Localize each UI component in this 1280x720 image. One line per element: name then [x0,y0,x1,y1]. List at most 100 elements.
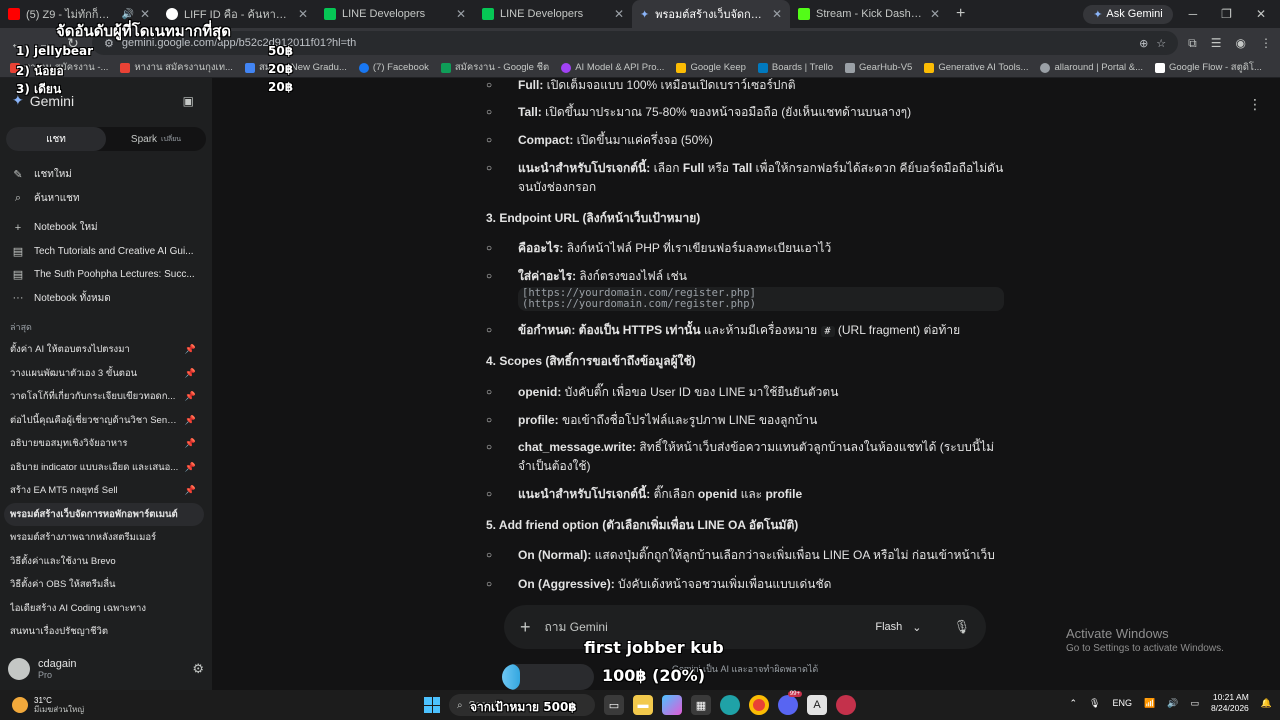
close-icon[interactable]: ✕ [772,7,782,21]
bookmark-icon [924,62,935,73]
list-item-active[interactable]: พรอมต์สร้างเว็บจัดการหอพักอพาร์ตเมนต์ [4,502,204,526]
bookmark[interactable]: Boards | Trello [757,62,833,73]
notifications-icon[interactable]: 🔔 [1261,698,1272,709]
bookmark[interactable]: Google Keep [676,62,746,73]
close-icon[interactable]: ✕ [456,7,466,21]
speaker-icon[interactable]: 🔊 [121,9,133,20]
copilot-icon[interactable] [662,695,682,715]
code-block[interactable]: [https://yourdomain.com/register.php] (h… [518,287,1004,311]
language-indicator[interactable]: ENG [1112,698,1132,708]
pin-icon[interactable]: 📌 [185,368,196,379]
pin-icon[interactable]: 📌 [185,485,196,496]
bullet-label: Full: [518,78,544,92]
tab-line-developers[interactable]: LINE Developers ✕ [316,0,474,28]
app-icon[interactable]: A [807,695,827,715]
volume-icon[interactable]: 🔊 [1167,698,1178,709]
zoom-icon[interactable]: ⊕ [1139,37,1148,50]
section-heading-5: 5. Add friend option (ตัวเลือกเพิ่มเพื่อ… [486,518,799,532]
list-item[interactable]: อธิบายขอสมุทเชิงวิจัยอาหาร 📌 [0,432,212,456]
sidebar-item-all-notebooks[interactable]: ··· Notebook ทั้งหมด [0,287,212,311]
bookmark[interactable]: Google Flow - สตูดิโ... [1155,60,1262,75]
clock[interactable]: 10:21 AM 8/24/2026 [1211,692,1249,714]
extensions-icon[interactable]: ⧉ [1188,36,1197,51]
model-selector[interactable]: Flash ⌄ [875,621,921,634]
close-icon[interactable]: ✕ [614,7,624,21]
list-item[interactable]: พรอมต์สร้างภาพฉากหลังสตรีมเมอร์ [0,526,212,550]
more-options-icon[interactable]: ⋮ [1248,96,1262,113]
toggle-spark[interactable]: Spark เปลี่ยน [106,127,206,151]
list-item[interactable]: สนทนาเรื่องปรัชญาชีวิต [0,620,212,644]
weather-icon [12,697,28,713]
pin-icon[interactable]: 📌 [185,415,196,426]
list-item[interactable]: ไอเดียสร้าง AI Coding เฉพาะทาง [0,597,212,621]
list-item[interactable]: วิธีตั้งค่า OBS ให้สตรีมลื่น [0,573,212,597]
gear-icon[interactable]: ⚙ [192,661,204,677]
sidebar-item-search-chats[interactable]: ⌕ ค้นหาแชท [0,187,212,211]
bookmark[interactable]: New Gradu... [291,62,347,73]
menu-icon[interactable]: ⋮ [1260,36,1272,51]
discord-icon[interactable]: 99+ [778,691,802,715]
tab-gemini[interactable]: ✦ พรอมต์สร้างเว็บจัดการหอพักอพาร์ตเ... ✕ [632,0,790,28]
minimize-icon[interactable]: ─ [1189,7,1198,21]
weather-widget[interactable]: 31°C มีเมฆส่วนใหญ่ [0,696,200,714]
bookmark[interactable]: สมัครงาน - Google ชีต [440,60,549,75]
omnibox[interactable]: ⚙ gemini.google.com/app/b52c2d912011f01?… [92,31,1179,55]
prompt-input[interactable]: ถาม Gemini [545,618,862,637]
pin-icon[interactable]: 📌 [185,391,196,402]
facebook-icon [358,62,369,73]
sidebar-item-notebook[interactable]: ▤ The Suth Poohpha Lectures: Succ... [0,263,212,287]
sheets-icon [440,62,451,73]
mic-icon[interactable]: 🎙 [953,619,970,635]
store-icon[interactable]: ▦ [691,695,711,715]
close-icon[interactable]: ✕ [930,7,940,21]
prompt-box[interactable]: + ถาม Gemini Flash ⌄ 🎙 [504,605,986,649]
close-icon[interactable]: ✕ [298,7,308,21]
sidebar-item-new-notebook[interactable]: + Notebook ใหม่ [0,216,212,240]
edge-icon[interactable] [720,695,740,715]
tab-line-developers-2[interactable]: LINE Developers ✕ [474,0,632,28]
pin-icon[interactable]: 📌 [185,344,196,355]
chrome-icon[interactable] [749,695,769,715]
close-window-icon[interactable]: ✕ [1256,7,1266,21]
bullet-bold: Full [682,161,705,175]
task-view-icon[interactable]: ▭ [604,695,624,715]
toggle-chat[interactable]: แชท [6,127,106,151]
plus-icon[interactable]: + [520,617,531,638]
file-explorer-icon[interactable]: ▬ [633,695,653,715]
list-item[interactable]: สร้าง EA MT5 กลยุทธ์ Sell 📌 [0,479,212,503]
sidebar-item-notebook[interactable]: ▤ Tech Tutorials and Creative AI Gui... [0,240,212,264]
sidebar-item-new-chat[interactable]: ✎ แชทใหม่ [0,163,212,187]
mic-icon[interactable]: 🎙 [1089,698,1100,709]
bookmark[interactable]: allaround | Portal &... [1040,62,1143,73]
bookmark[interactable]: AI Model & API Pro... [561,62,664,73]
chat-title: ต่อไปนี้คุณคือผู้เชี่ยวชาญด้านวิชา Senso… [10,414,180,426]
list-item[interactable]: วาดโลโก้ที่เกี่ยวกับกระเจียบเขียวทอดก...… [0,385,212,409]
bullet-text: ขอเข้าถึงชื่อโปรไฟล์และรูปภาพ LINE ของลู… [558,413,818,427]
ask-gemini-button[interactable]: ✦ Ask Gemini [1083,4,1173,24]
bookmark[interactable]: (7) Facebook [358,62,429,73]
user-profile[interactable]: cdagain Pro ⚙ [8,658,204,680]
pin-icon[interactable]: 📌 [185,438,196,449]
list-item[interactable]: วิธีตั้งค่าและใช้งาน Brevo [0,550,212,574]
list-item[interactable]: ตั้งค่า AI ให้ตอบตรงไปตรงมา 📌 [0,338,212,362]
profile-icon[interactable]: ◉ [1236,36,1246,51]
battery-icon[interactable]: ▭ [1190,698,1199,709]
bookmark-star-icon[interactable]: ☆ [1156,37,1166,50]
reading-list-icon[interactable]: ☰ [1211,36,1222,51]
pin-icon[interactable]: 📌 [185,462,196,473]
wifi-icon[interactable]: 📶 [1144,698,1155,709]
app-icon[interactable] [836,695,856,715]
bookmark[interactable]: Generative AI Tools... [924,62,1028,73]
bullet-text: เลือก [650,161,683,175]
list-item[interactable]: วางแผนพัฒนาตัวเอง 3 ขั้นตอน 📌 [0,362,212,386]
maximize-icon[interactable]: ❐ [1221,7,1232,21]
list-item[interactable]: อธิบาย indicator แบบละเอียด และเสนอ... 📌 [0,456,212,480]
windows-start-icon[interactable] [424,697,440,713]
collapse-sidebar-icon[interactable]: ▣ [183,94,194,108]
list-item[interactable]: ต่อไปนี้คุณคือผู้เชี่ยวชาญด้านวิชา Senso… [0,409,212,433]
new-tab-button[interactable]: + [948,5,973,23]
bookmark[interactable]: GearHub-V5 [844,62,912,73]
bookmark[interactable]: หางาน สมัครงานกุงเท... [120,60,233,75]
chevron-up-icon[interactable]: ⌃ [1070,698,1078,709]
tab-kick[interactable]: Stream - Kick Dashboard ✕ [790,0,948,28]
